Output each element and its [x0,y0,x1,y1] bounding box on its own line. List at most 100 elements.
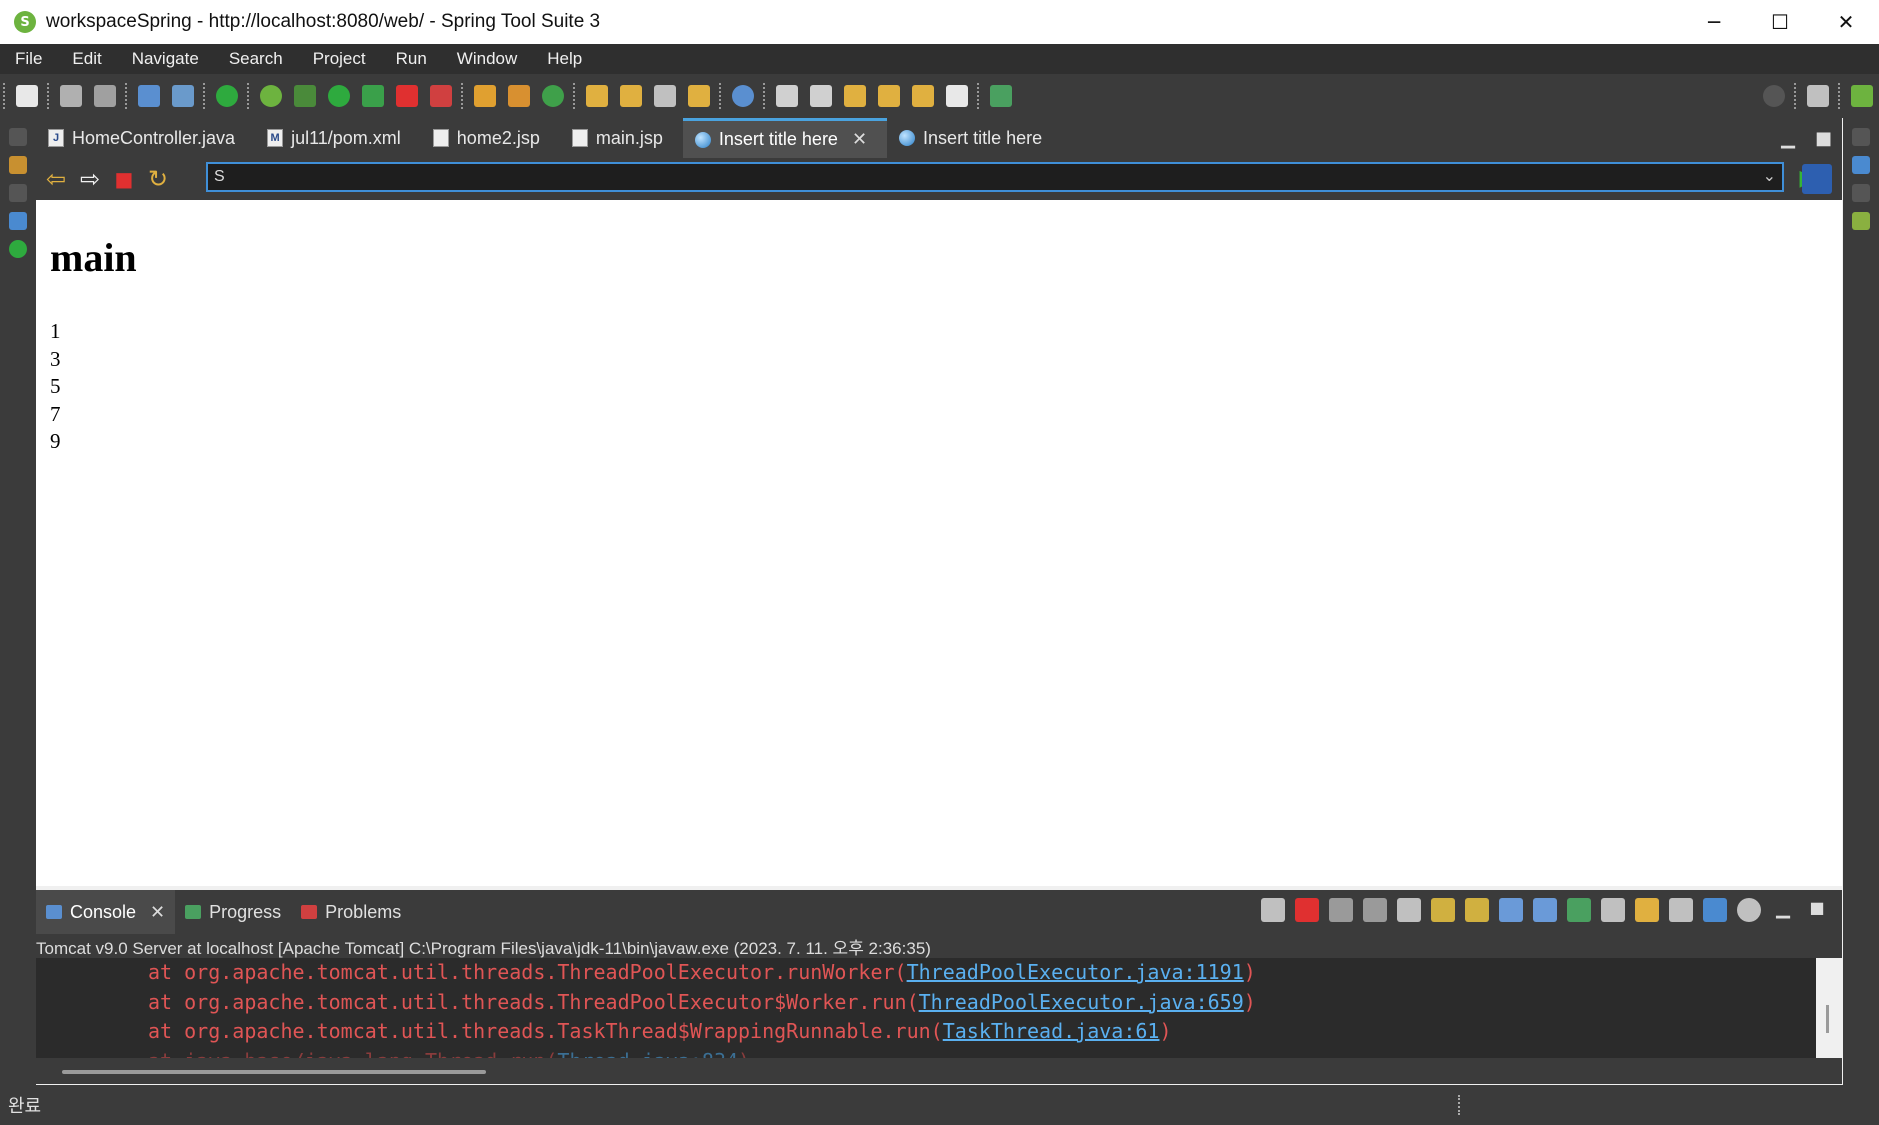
remove-launch-icon[interactable] [1329,898,1353,922]
terminate-icon[interactable] [1295,898,1319,922]
save-icon[interactable] [60,85,82,107]
stacktrace-link[interactable]: ThreadPoolExecutor.java:659 [919,990,1244,1014]
menu-run[interactable]: Run [381,49,442,69]
previous-annotation-icon[interactable] [810,85,832,107]
power-icon[interactable] [216,85,238,107]
maximize-icon[interactable]: ■ [1805,898,1829,922]
minimize-icon[interactable]: ▁ [1781,128,1795,149]
close-tab-icon[interactable]: ✕ [852,129,867,150]
pin-console-icon[interactable] [1567,898,1591,922]
spring-explorer-icon[interactable] [1852,212,1870,230]
editor-area-controls: ▁ ■ [1771,118,1842,158]
refresh-icon[interactable]: ↻ [144,165,172,193]
copy-icon[interactable] [1669,898,1693,922]
close-tab-icon[interactable]: ✕ [150,902,165,923]
restore-icon[interactable] [9,184,27,202]
edit-icon[interactable] [654,85,676,107]
tab-insert-title-active[interactable]: Insert title here ✕ [682,118,888,158]
spring-perspective-icon[interactable] [1851,85,1873,107]
menu-project[interactable]: Project [298,49,381,69]
console-output[interactable]: at org.apache.tomcat.util.threads.Thread… [36,958,1816,1058]
reset-icon[interactable] [1261,898,1285,922]
run-config-icon[interactable] [362,85,384,107]
minimize-button[interactable]: ─ [1681,0,1747,44]
run-icon[interactable] [328,85,350,107]
stacktrace-link[interactable]: TaskThread.java:61 [943,1019,1160,1043]
remove-all-terminated-icon[interactable] [1363,898,1387,922]
tab-home2-jsp[interactable]: home2.jsp [421,118,560,158]
terminal-icon[interactable] [138,85,160,107]
open-perspective-icon[interactable] [1807,85,1829,107]
search-project-icon[interactable] [172,85,194,107]
servers-icon[interactable] [9,240,27,258]
restore-icon[interactable] [1852,184,1870,202]
menu-navigate[interactable]: Navigate [117,49,214,69]
restore-icon[interactable] [9,128,27,146]
open-external-browser-icon[interactable] [1802,164,1832,194]
tab-insert-title[interactable]: Insert title here [887,118,1062,158]
web-browser-icon[interactable] [732,85,754,107]
open-folder-icon[interactable] [688,85,710,107]
pin-editor-icon[interactable] [990,85,1012,107]
gear-icon[interactable] [1737,898,1761,922]
horizontal-scrollbar[interactable] [62,1070,486,1074]
save-all-icon[interactable] [94,85,116,107]
last-edit-location-icon[interactable] [844,85,866,107]
menu-file[interactable]: File [0,49,57,69]
number-list: 1 3 5 7 9 [50,318,61,456]
maximize-icon[interactable]: ■ [1815,128,1832,149]
debug-icon[interactable] [294,85,316,107]
minimize-icon[interactable]: ▁ [1771,898,1795,922]
back-icon[interactable]: ⇦ [42,165,70,193]
restore-icon[interactable] [1852,128,1870,146]
menu-window[interactable]: Window [442,49,532,69]
show-on-stderr-icon[interactable] [1533,898,1557,922]
open-resource-icon[interactable] [620,85,642,107]
open-type-icon[interactable] [586,85,608,107]
word-wrap-icon[interactable] [1465,898,1489,922]
menu-search[interactable]: Search [214,49,298,69]
external-tools-icon[interactable] [430,85,452,107]
clear-console-icon[interactable] [1397,898,1421,922]
next-annotation-icon[interactable] [776,85,798,107]
spring-dashboard-icon[interactable] [260,85,282,107]
display-console-icon[interactable] [1601,898,1625,922]
menu-help[interactable]: Help [532,49,597,69]
tab-progress[interactable]: Progress [175,890,291,934]
stacktrace-link[interactable]: ThreadPoolExecutor.java:1191 [907,960,1244,984]
tab-homecontroller[interactable]: J HomeController.java [36,118,255,158]
outline-icon[interactable] [9,212,27,230]
back-arrow-icon[interactable] [912,85,934,107]
scroll-lock-icon[interactable] [1431,898,1455,922]
vertical-scrollbar[interactable] [1826,1005,1829,1033]
stop-icon[interactable] [396,85,418,107]
new-file-icon[interactable] [16,85,38,107]
tab-problems[interactable]: Problems [291,890,411,934]
search-icon[interactable] [1763,85,1785,107]
show-on-stdout-icon[interactable] [1499,898,1523,922]
forward-arrow-icon[interactable] [946,85,968,107]
maximize-button[interactable]: ☐ [1747,0,1813,44]
stacktrace-link[interactable]: Thread.java:834 [557,1049,738,1059]
url-input[interactable]: S ⌄ [206,162,1784,192]
horizontal-scroll-track [36,1058,1842,1084]
refresh-icon[interactable] [542,85,564,107]
task-list-icon[interactable] [1852,156,1870,174]
forward-icon[interactable]: ⇨ [76,165,104,193]
toolbar-separator [573,83,577,109]
close-button[interactable]: ✕ [1813,0,1879,44]
tab-pom-xml[interactable]: M jul11/pom.xml [255,118,421,158]
menu-edit[interactable]: Edit [57,49,116,69]
package-explorer-icon[interactable] [9,156,27,174]
list-item: 7 [50,401,61,426]
list-item: 3 [50,346,61,371]
ansi-color-icon[interactable] [1703,898,1727,922]
tab-main-jsp[interactable]: main.jsp [560,118,683,158]
forward-history-icon[interactable] [878,85,900,107]
stop-icon[interactable]: ■ [110,165,138,193]
new-package-icon[interactable] [474,85,496,107]
chevron-down-icon[interactable]: ⌄ [1763,166,1776,186]
tab-console[interactable]: Console ✕ [36,890,176,934]
open-console-icon[interactable] [1635,898,1659,922]
new-class-icon[interactable] [508,85,530,107]
